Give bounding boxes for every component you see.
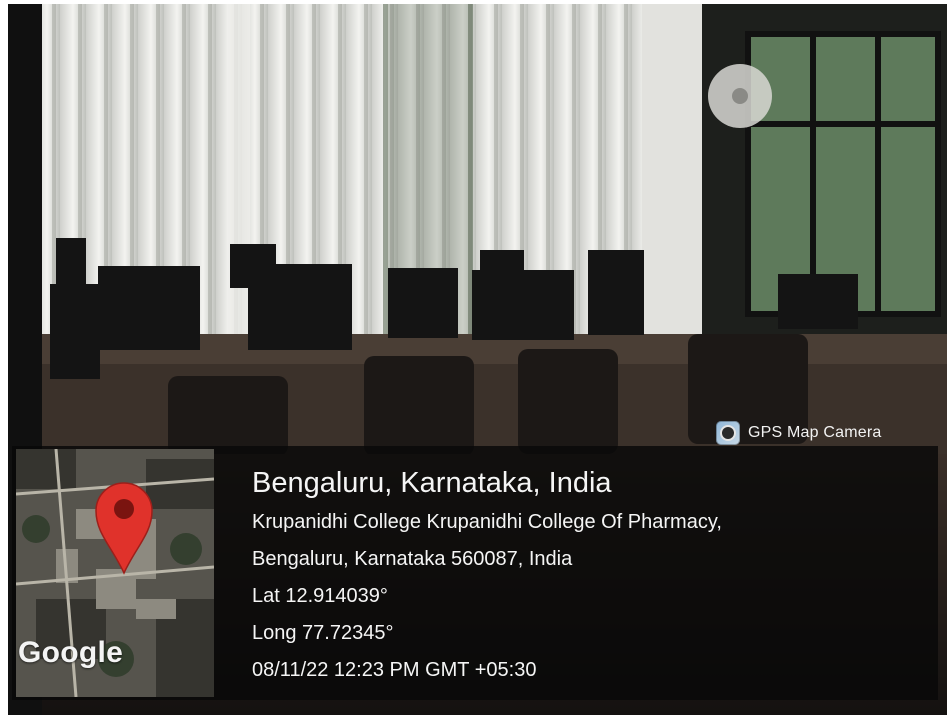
address-line-2: Bengaluru, Karnataka 560087, India (252, 548, 573, 570)
app-name-label: GPS Map Camera (748, 424, 882, 441)
location-details: Bengaluru, Karnataka, India Krupanidhi C… (252, 465, 722, 696)
satellite-map-thumbnail: Google (16, 449, 214, 697)
location-headline: Bengaluru, Karnataka, India (252, 467, 612, 499)
longitude-value: Long 77.72345° (252, 622, 394, 644)
gps-map-camera-badge: GPS Map Camera (716, 420, 882, 446)
google-logo: Google (18, 636, 124, 669)
camera-app-icon (716, 421, 740, 445)
latitude-value: Lat 12.914039° (252, 585, 388, 607)
address-line-1: Krupanidhi College Krupanidhi College Of… (252, 511, 722, 533)
timestamp-value: 08/11/22 12:23 PM GMT +05:30 (252, 659, 537, 681)
